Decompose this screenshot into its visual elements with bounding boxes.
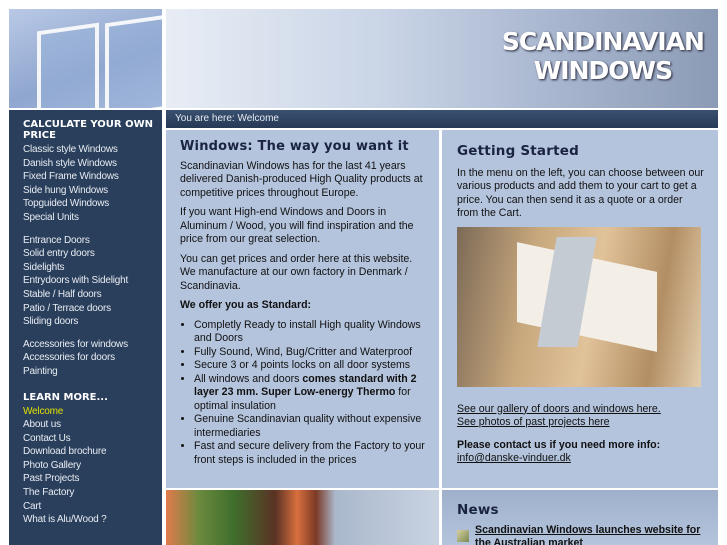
header-banner: SCANDINAVIAN WINDOWS [166,9,718,108]
sidebar-item-solid-entry-doors[interactable]: Solid entry doors [23,247,162,261]
door-photo [166,490,439,545]
sidebar-item-entrydoors-with-sidelight[interactable]: Entrydoors with Sidelight [23,274,162,288]
sidebar-heading-calculate: CALCULATE YOUR OWN PRICE [23,119,153,141]
main-content: Windows: The way you want it Scandinavia… [166,130,439,488]
sidebar-item-topguided-windows[interactable]: Topguided Windows [23,197,162,211]
getting-started-panel: Getting Started In the menu on the left,… [442,130,718,488]
sidebar-item-what-is-alu-wood[interactable]: What is Alu/Wood ? [23,513,162,527]
sidebar-item-sidelights[interactable]: Sidelights [23,261,162,275]
sidebar-item-welcome[interactable]: Welcome [23,405,162,419]
sidebar-item-past-projects[interactable]: Past Projects [23,472,162,486]
sidebar-item-painting[interactable]: Painting [23,365,162,379]
email-link[interactable]: info@danske-vinduer.dk [457,452,571,464]
news-panel: News Scandinavian Windows launches websi… [442,490,718,545]
sidebar-item-patio-terrace-doors[interactable]: Patio / Terrace doors [23,302,162,316]
sidebar-item-sliding-doors[interactable]: Sliding doors [23,315,162,329]
sidebar-item-special-units[interactable]: Special Units [23,211,162,225]
sidebar-item-classic-style-windows[interactable]: Classic style Windows [23,143,162,157]
sidebar-item-fixed-frame-windows[interactable]: Fixed Frame Windows [23,170,162,184]
sidebar-item-cart[interactable]: Cart [23,500,162,514]
sidebar-item-accessories-for-doors[interactable]: Accessories for doors [23,351,162,365]
sidebar-item-accessories-for-windows[interactable]: Accessories for windows [23,338,162,352]
sidebar-item-about-us[interactable]: About us [23,418,162,432]
breadcrumb-current: Welcome [237,113,279,124]
news-link[interactable]: Scandinavian Windows launches website fo… [475,524,703,545]
gallery-link[interactable]: See our gallery of doors and windows her… [457,403,661,415]
window-profile-photo [457,226,701,387]
sidebar-item-download-brochure[interactable]: Download brochure [23,445,162,459]
sidebar-item-contact-us[interactable]: Contact Us [23,432,162,446]
sidebar-item-danish-style-windows[interactable]: Danish style Windows [23,157,162,171]
news-item: Scandinavian Windows launches website fo… [457,524,703,545]
sidebar-item-stable-half-doors[interactable]: Stable / Half doors [23,288,162,302]
standard-features-list: Completly Ready to install High quality … [194,319,425,468]
sidebar-item-photo-gallery[interactable]: Photo Gallery [23,459,162,473]
page-title: Windows: The way you want it [180,139,409,154]
news-thumbnail-icon [457,530,469,542]
logo[interactable]: SCANDINAVIAN WINDOWS [502,27,705,85]
sidebar-item-side-hung-windows[interactable]: Side hung Windows [23,184,162,198]
sidebar-item-the-factory[interactable]: The Factory [23,486,162,500]
sidebar-item-entrance-doors[interactable]: Entrance Doors [23,234,162,248]
breadcrumb: You are here: Welcome [166,110,718,128]
sidebar-window-image [9,9,162,108]
sidebar-heading-learn: LEARN MORE... [23,391,108,403]
sidebar-nav: CALCULATE YOUR OWN PRICE Classic style W… [9,110,162,545]
past-projects-link[interactable]: See photos of past projects here [457,416,610,428]
